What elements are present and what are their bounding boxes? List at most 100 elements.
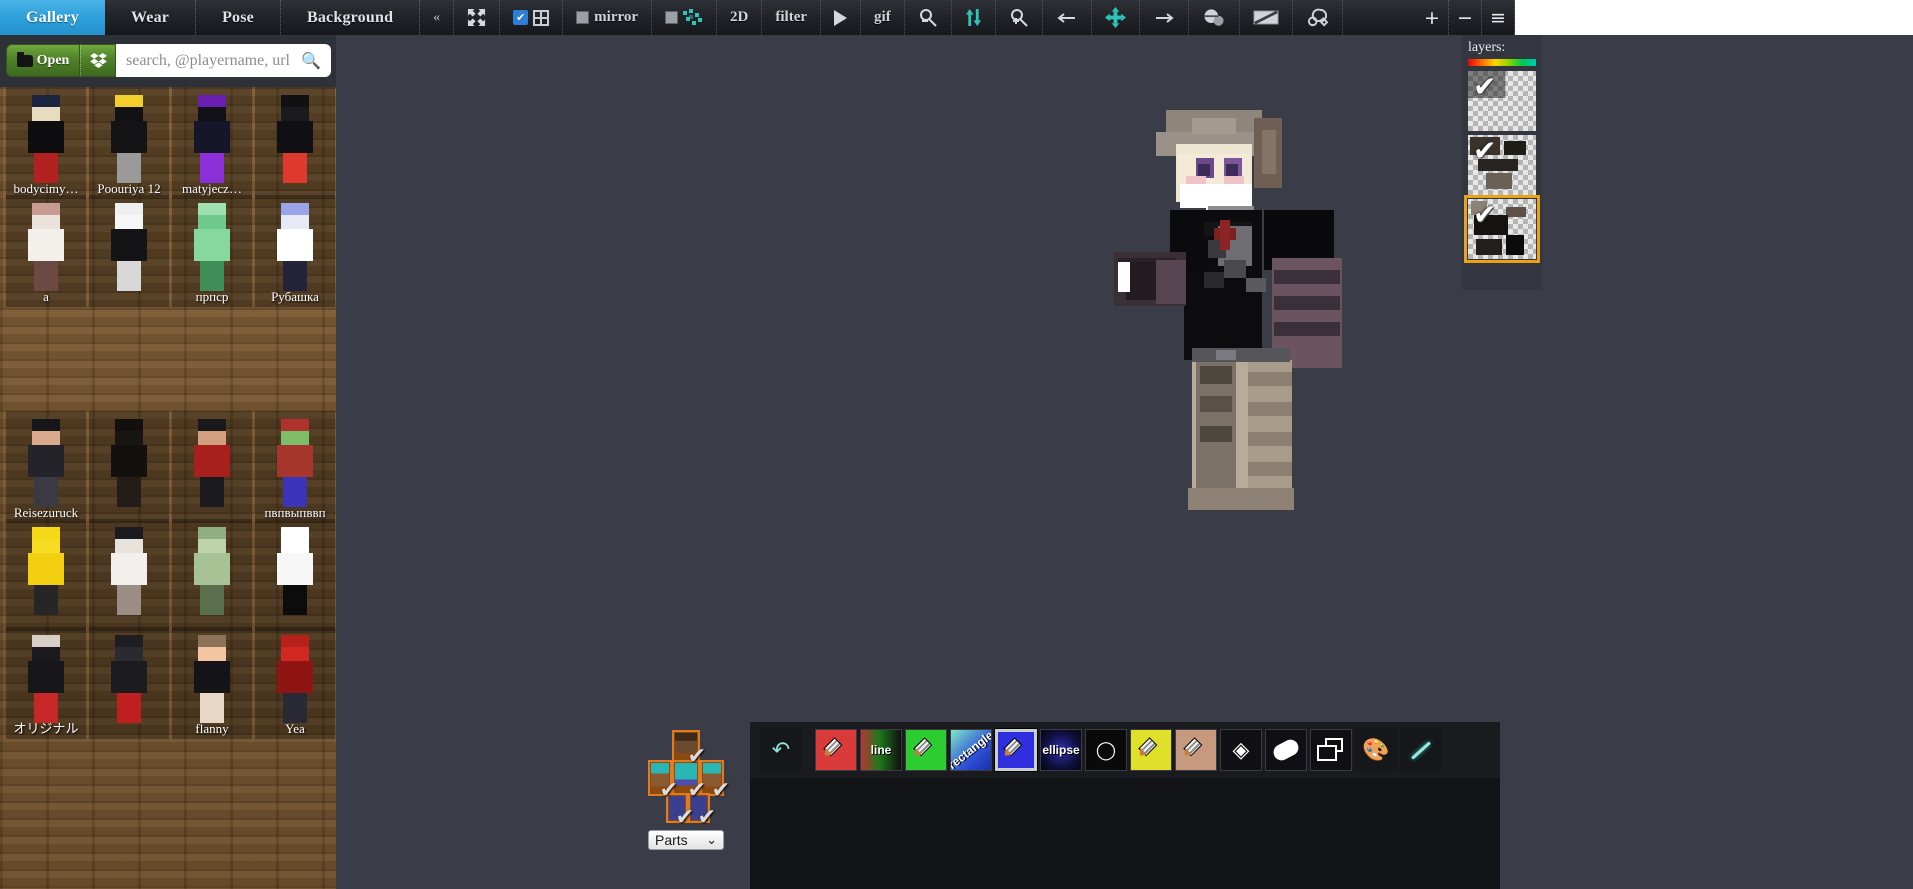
collapse-sidebar-button[interactable]: «	[420, 0, 455, 35]
layer-item-1[interactable]: ✔	[1468, 71, 1536, 131]
gif-button[interactable]: gif	[861, 0, 905, 35]
gallery-item[interactable]: Yea	[255, 627, 335, 739]
eyedropper-tool[interactable]	[1400, 729, 1442, 771]
move-right-icon[interactable]	[1140, 0, 1189, 35]
overlay-toggle[interactable]	[652, 0, 718, 35]
gallery-item[interactable]	[89, 627, 169, 739]
tab-gallery[interactable]: Gallery	[0, 0, 105, 35]
gallery-item[interactable]	[89, 519, 169, 631]
layer-item-3[interactable]: ✔	[1464, 195, 1540, 263]
part-left-arm[interactable]: ✔	[648, 760, 678, 802]
skin-pixel-block	[1248, 462, 1292, 476]
bucket-fill-tool[interactable]: ◈	[1220, 729, 1262, 771]
chevron-down-icon: ⌄	[706, 832, 717, 848]
part-left-arm-check[interactable]: ✔	[660, 780, 678, 802]
grid-toggle[interactable]: ✔	[500, 0, 564, 35]
parts-dropdown[interactable]: Parts ⌄	[648, 830, 724, 850]
search-icon[interactable]: 🔍	[301, 51, 321, 70]
gallery-grid[interactable]: bodycimy… Poouriya 12 matyjecz… a прпср Рубаш…	[0, 87, 336, 889]
pencil-green-tool[interactable]	[905, 729, 947, 771]
minecraft-skin-character[interactable]	[1096, 110, 1426, 570]
gallery-item[interactable]	[172, 411, 252, 523]
skin-pixel-block	[1274, 296, 1340, 310]
overlay-checkbox[interactable]	[665, 11, 679, 24]
flip-vertical-icon[interactable]	[952, 0, 996, 35]
gallery-item[interactable]: bodycimy…	[6, 87, 86, 199]
layer-visibility-check-1[interactable]: ✔	[1473, 73, 1499, 101]
rectangle-tool[interactable]: rectangle	[950, 729, 992, 771]
zoom-in-icon[interactable]	[996, 0, 1043, 35]
gallery-item[interactable]: пвпвыпввп	[255, 411, 335, 523]
add-window-button[interactable]: +	[1416, 0, 1449, 35]
grid-icon	[533, 9, 550, 26]
skin-preview	[101, 417, 157, 515]
part-body-check[interactable]: ✔	[688, 780, 706, 802]
view-2d-button[interactable]: 2D	[717, 0, 763, 35]
skin-preview	[101, 201, 157, 299]
skin-preview	[101, 525, 157, 623]
skin-pixel-block	[1200, 396, 1232, 412]
part-head-check[interactable]: ✔	[688, 746, 706, 768]
skin-pixel-block	[1246, 278, 1266, 292]
filter-button[interactable]: filter	[762, 0, 822, 35]
gallery-item[interactable]: matyjecz…	[172, 87, 252, 199]
tab-background[interactable]: Background	[281, 0, 421, 35]
open-button[interactable]: Open	[6, 44, 80, 77]
move-left-icon[interactable]	[1043, 0, 1092, 35]
planet-icon[interactable]	[1189, 0, 1240, 35]
layer-visibility-check-3[interactable]: ✔	[1473, 201, 1499, 229]
mirror-toggle[interactable]: mirror	[563, 0, 653, 35]
zoom-out-icon[interactable]	[905, 0, 952, 35]
gallery-item[interactable]	[6, 519, 86, 631]
part-right-leg-check[interactable]: ✔	[698, 807, 716, 829]
resize-icon[interactable]	[454, 0, 501, 35]
mirror-checkbox[interactable]	[576, 11, 590, 24]
gallery-item[interactable]: Reisezuruck	[6, 411, 86, 523]
tab-pose[interactable]: Pose	[196, 0, 281, 35]
pencil-yellow-tool[interactable]	[1130, 729, 1172, 771]
wrench-icon[interactable]	[1293, 0, 1343, 35]
eraser-tool[interactable]	[1265, 729, 1307, 771]
parts-widget: ✔ ✔ ✔ ✔ ✔ ✔ Parts ⌄	[648, 730, 738, 855]
gallery-item[interactable]: a	[6, 195, 86, 307]
gallery-item[interactable]	[172, 519, 252, 631]
color-spectrum-bar[interactable]	[1468, 59, 1536, 66]
pencil-blue-tool[interactable]	[995, 729, 1037, 771]
line-tool[interactable]: line	[860, 729, 902, 771]
ellipse-tool[interactable]: ellipse	[1040, 729, 1082, 771]
gallery-item[interactable]: オリジナル	[6, 627, 86, 739]
layer-visibility-check-2[interactable]: ✔	[1473, 137, 1499, 165]
layers-stack-tool[interactable]	[1310, 729, 1352, 771]
gallery-row: Reisezuruck пвпвыпввп	[0, 411, 336, 523]
part-head[interactable]: ✔	[672, 730, 706, 768]
layer-item-2[interactable]: ✔	[1468, 135, 1536, 195]
eraser-dark-tool[interactable]: ◯	[1085, 729, 1127, 771]
skin-pixel-block	[1248, 372, 1292, 386]
collapse-label: «	[433, 9, 441, 25]
search-input[interactable]: search, @playername, url 🔍	[116, 44, 331, 77]
gallery-item[interactable]	[89, 411, 169, 523]
gallery-item[interactable]: Poouriya 12	[89, 87, 169, 199]
grid-checkbox[interactable]: ✔	[513, 10, 529, 25]
menu-window-button[interactable]: ≡	[1482, 0, 1515, 35]
pencil-tan-tool[interactable]	[1175, 729, 1217, 771]
dropbox-icon[interactable]	[80, 44, 116, 77]
pencil-red-tool[interactable]	[815, 729, 857, 771]
view-2d-label: 2D	[730, 9, 749, 25]
gallery-item[interactable]: прпср	[172, 195, 252, 307]
undo-tool[interactable]: ↶	[760, 729, 802, 771]
banner-icon[interactable]	[1240, 0, 1293, 35]
palette-tool[interactable]: 🎨	[1355, 729, 1397, 771]
gallery-item[interactable]: Рубашка	[255, 195, 335, 307]
move-all-icon[interactable]	[1092, 0, 1140, 35]
gallery-item[interactable]: flanny	[172, 627, 252, 739]
skin-pixel-block	[1192, 118, 1236, 134]
gallery-item[interactable]	[89, 195, 169, 307]
tab-wear[interactable]: Wear	[105, 0, 197, 35]
play-button[interactable]	[821, 0, 862, 35]
part-right-arm-check[interactable]: ✔	[712, 780, 730, 802]
part-left-leg-check[interactable]: ✔	[676, 807, 694, 829]
gallery-item[interactable]	[255, 519, 335, 631]
minimize-window-button[interactable]: −	[1449, 0, 1482, 35]
gallery-item[interactable]	[255, 87, 335, 199]
